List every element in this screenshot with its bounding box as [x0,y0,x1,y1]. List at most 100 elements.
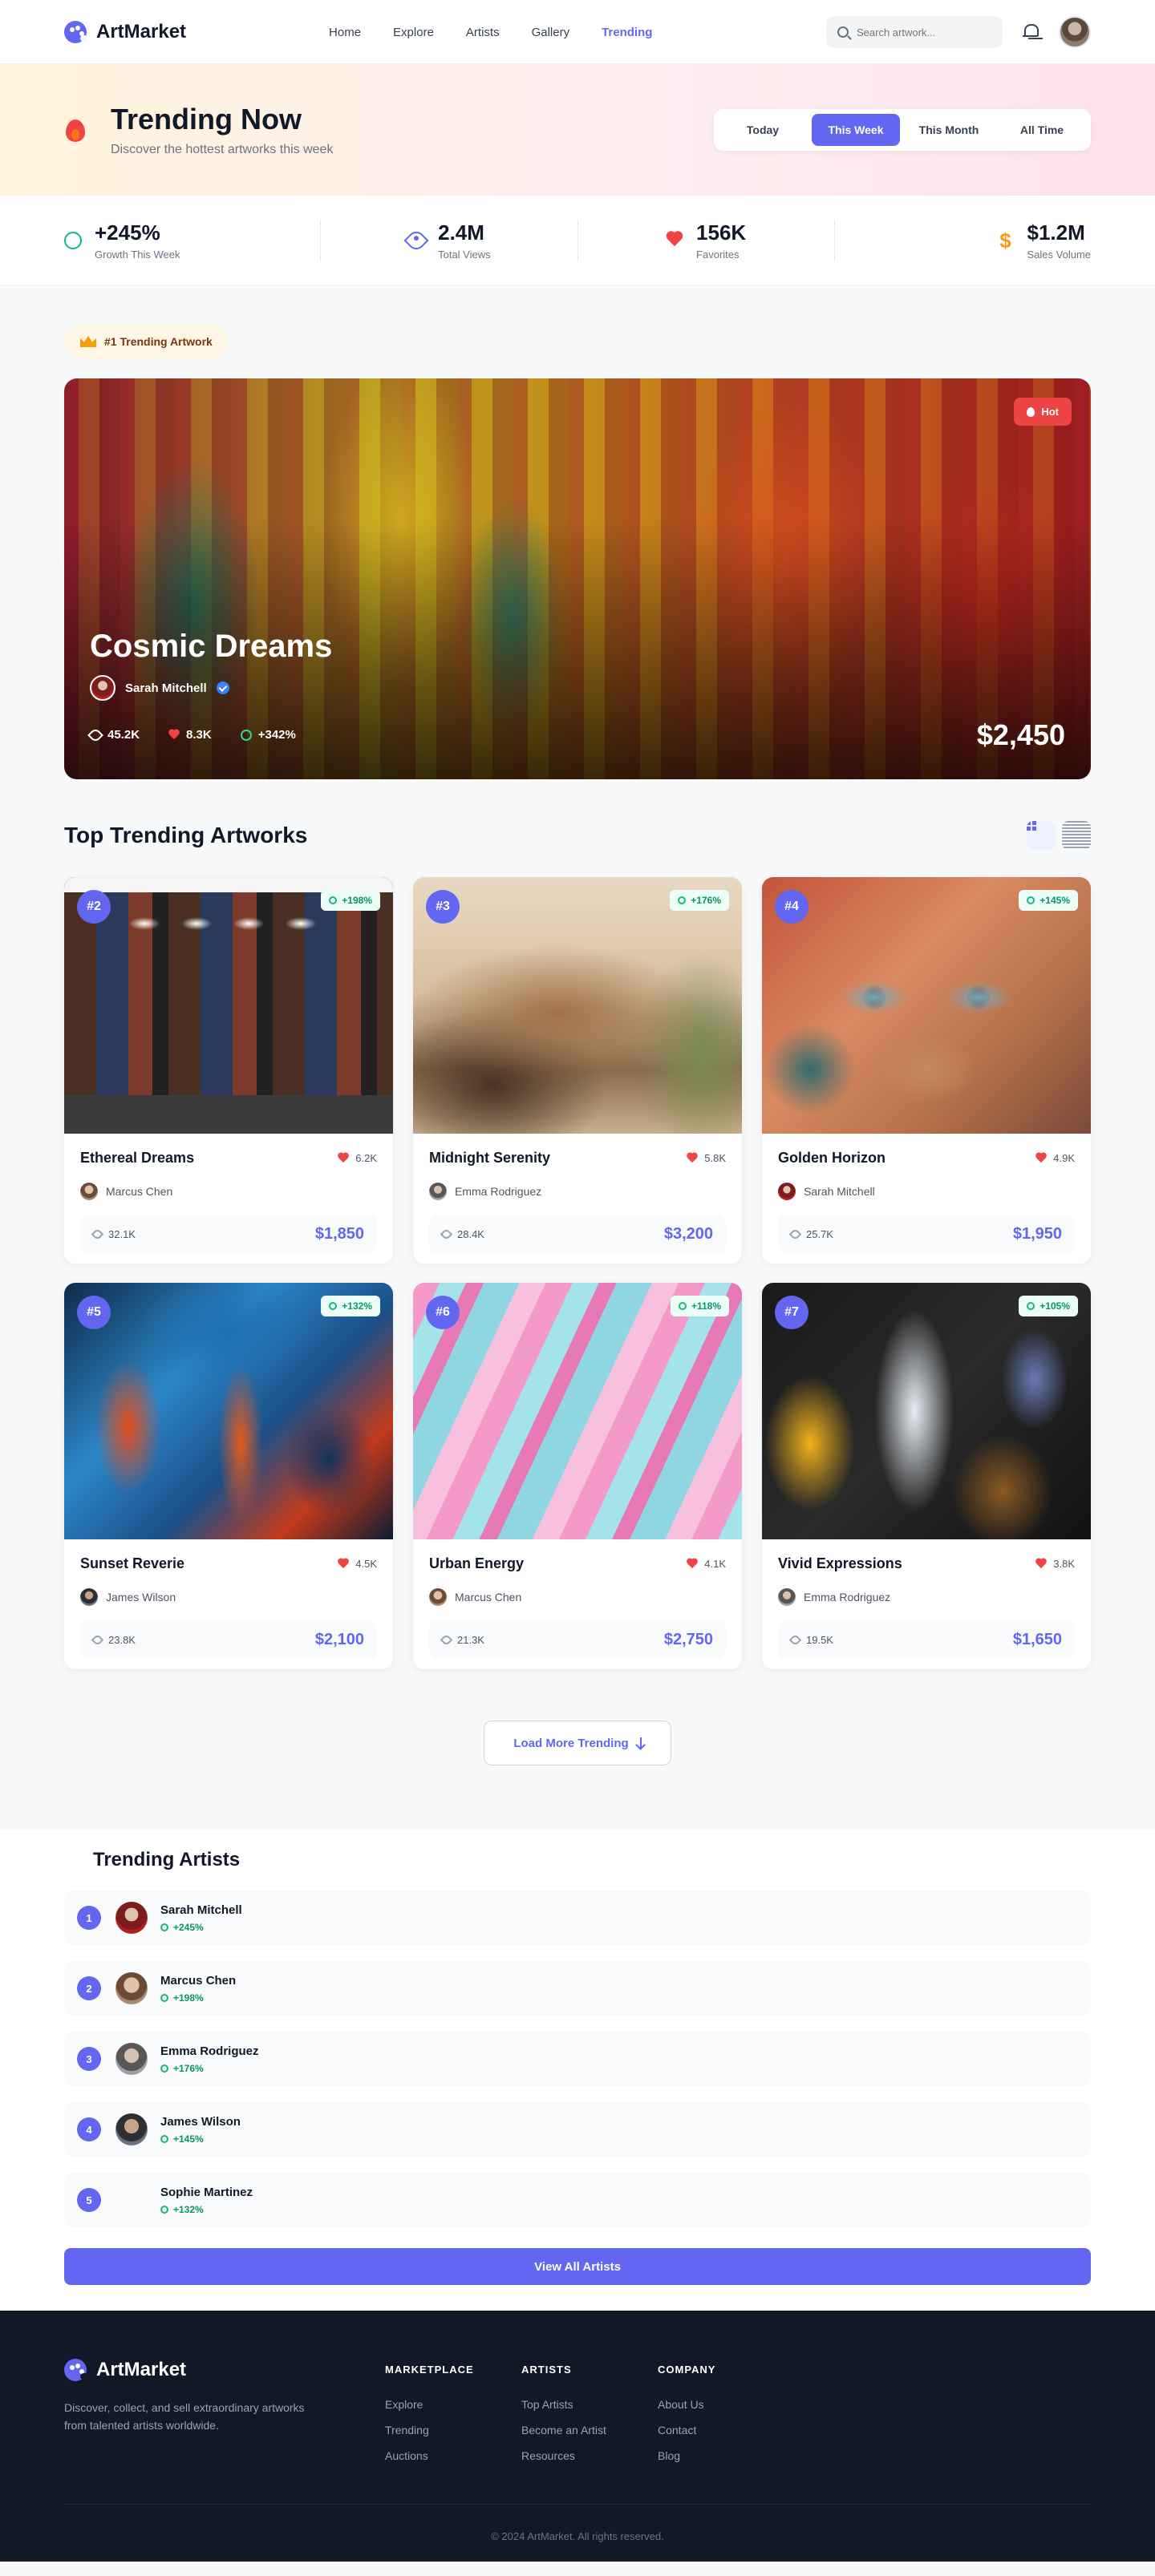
featured-title[interactable]: Cosmic Dreams [90,629,332,665]
period-this-week-button[interactable]: This Week [812,114,900,146]
featured-artist[interactable]: Sarah Mitchell [90,675,229,701]
artist-row[interactable]: 5 Sophie Martinez +132% [64,2173,1091,2227]
artwork-artist[interactable]: Marcus Chen [80,1183,377,1200]
site-footer: ArtMarket Discover, collect, and sell ex… [0,2311,1155,2562]
avatar [116,1972,148,2004]
growth-badge: +132% [321,1296,380,1316]
view-all-artists-button[interactable]: View All Artists [64,2248,1091,2285]
like-button[interactable]: 4.9K [1035,1152,1075,1164]
period-today-button[interactable]: Today [719,114,807,146]
like-button[interactable]: 5.8K [687,1152,726,1164]
artwork-card[interactable]: #4 +145% Golden Horizon 4.9K Sarah Mitch… [762,877,1091,1264]
verified-icon [216,681,229,694]
like-button[interactable]: 4.1K [687,1558,726,1570]
bell-icon[interactable] [1022,22,1040,42]
stat-value: 156K [696,220,747,245]
user-avatar[interactable] [1059,16,1091,48]
footer-link[interactable]: Blog [658,2449,794,2462]
artwork-card[interactable]: #3 +176% Midnight Serenity 5.8K Emma Rod… [413,877,742,1264]
artist-row[interactable]: 4 James Wilson +145% [64,2102,1091,2157]
like-button[interactable]: 3.8K [1035,1558,1075,1570]
section-title: Trending Artists [93,1849,241,1870]
footer-link[interactable]: Explore [385,2398,521,2411]
footer-link[interactable]: Trending [385,2424,521,2436]
artwork-image[interactable]: #6 +118% [413,1283,742,1539]
artwork-price: $1,850 [314,1224,364,1243]
trending-ring-icon [64,232,82,249]
heart-icon [687,1153,698,1163]
artwork-title[interactable]: Sunset Reverie [80,1555,184,1572]
likes-count: 4.5K [355,1558,377,1570]
artwork-title[interactable]: Ethereal Dreams [80,1150,194,1167]
period-this-month-button[interactable]: This Month [905,114,993,146]
artwork-artist[interactable]: Emma Rodriguez [778,1588,1075,1606]
nav-link-explore[interactable]: Explore [393,26,434,39]
nav-link-trending[interactable]: Trending [602,26,652,39]
footer-link[interactable]: Contact [658,2424,794,2436]
artist-rank: 3 [77,2047,101,2071]
artwork-image[interactable]: #5 +132% [64,1283,393,1539]
trending-ring-icon [160,2064,168,2073]
featured-artwork-card[interactable]: Hot Cosmic Dreams Sarah Mitchell 45.2K 8… [64,378,1091,779]
artist-growth: +145% [173,2133,204,2145]
period-all-time-button[interactable]: All Time [998,114,1086,146]
footer-link[interactable]: Top Artists [521,2398,658,2411]
flame-icon [1027,406,1035,417]
stat-sales: $ $1.2M Sales Volume [833,220,1091,261]
artist-row[interactable]: 1 Sarah Mitchell +245% [64,1891,1091,1945]
heart-icon [338,1559,349,1569]
eye-icon [788,1227,802,1240]
trending-ring-icon [678,896,687,904]
load-more-button[interactable]: Load More Trending [484,1721,671,1765]
artist-growth: +245% [173,1921,204,1933]
artwork-title[interactable]: Midnight Serenity [429,1150,550,1167]
artist-name: Emma Rodriguez [160,2044,259,2058]
nav-link-gallery[interactable]: Gallery [532,26,570,39]
grid-title: Top Trending Artworks [64,823,308,847]
footer-link[interactable]: About Us [658,2398,794,2411]
brand-logo[interactable]: ArtMarket [64,21,186,43]
like-button[interactable]: 4.5K [338,1558,377,1570]
grid-view-button[interactable] [1027,821,1056,850]
artwork-artist[interactable]: Marcus Chen [429,1588,726,1606]
growth-value: +132% [342,1300,372,1312]
artwork-title[interactable]: Golden Horizon [778,1150,886,1167]
artwork-image[interactable]: #7 +105% [762,1283,1091,1539]
rank-badge: #4 [775,890,808,924]
artwork-artist[interactable]: Emma Rodriguez [429,1183,726,1200]
artwork-card[interactable]: #7 +105% Vivid Expressions 3.8K Emma Rod… [762,1283,1091,1669]
artwork-card[interactable]: #2 +198% Ethereal Dreams 6.2K Marcus Che… [64,877,393,1264]
eye-icon [91,1633,104,1646]
heart-icon [1035,1559,1047,1569]
artist-row[interactable]: 2 Marcus Chen +198% [64,1961,1091,2016]
artwork-title[interactable]: Vivid Expressions [778,1555,902,1572]
artwork-image[interactable]: #4 +145% [762,877,1091,1134]
list-view-button[interactable] [1062,821,1091,850]
like-button[interactable]: 6.2K [338,1152,377,1164]
footer-logo[interactable]: ArtMarket [64,2359,385,2381]
artist-name: Emma Rodriguez [804,1591,891,1603]
artwork-title[interactable]: Urban Energy [429,1555,524,1572]
nav-link-home[interactable]: Home [329,26,361,39]
artwork-card[interactable]: #5 +132% Sunset Reverie 4.5K James Wilso… [64,1283,393,1669]
artwork-artist[interactable]: James Wilson [80,1588,377,1606]
eye-icon [91,1227,104,1240]
artwork-card[interactable]: #6 +118% Urban Energy 4.1K Marcus Chen 2… [413,1283,742,1669]
footer-link[interactable]: Resources [521,2449,658,2462]
artist-row[interactable]: 3 Emma Rodriguez +176% [64,2032,1091,2086]
artist-name: Sarah Mitchell [160,1903,242,1917]
footer-link[interactable]: Auctions [385,2449,521,2462]
footer-link[interactable]: Become an Artist [521,2424,658,2436]
artwork-image[interactable]: #2 +198% [64,877,393,1134]
artist-growth: +176% [173,2062,204,2074]
artwork-image[interactable]: #3 +176% [413,877,742,1134]
search-box[interactable] [826,16,1003,48]
artist-rank: 1 [77,1906,101,1930]
artist-rank: 5 [77,2188,101,2212]
stat-label: Favorites [696,249,740,261]
nav-link-artists[interactable]: Artists [466,26,500,39]
artwork-artist[interactable]: Sarah Mitchell [778,1183,1075,1200]
stat-favorites: 156K Favorites [577,220,834,261]
search-input[interactable] [857,26,985,38]
likes-count: 3.8K [1053,1558,1075,1570]
